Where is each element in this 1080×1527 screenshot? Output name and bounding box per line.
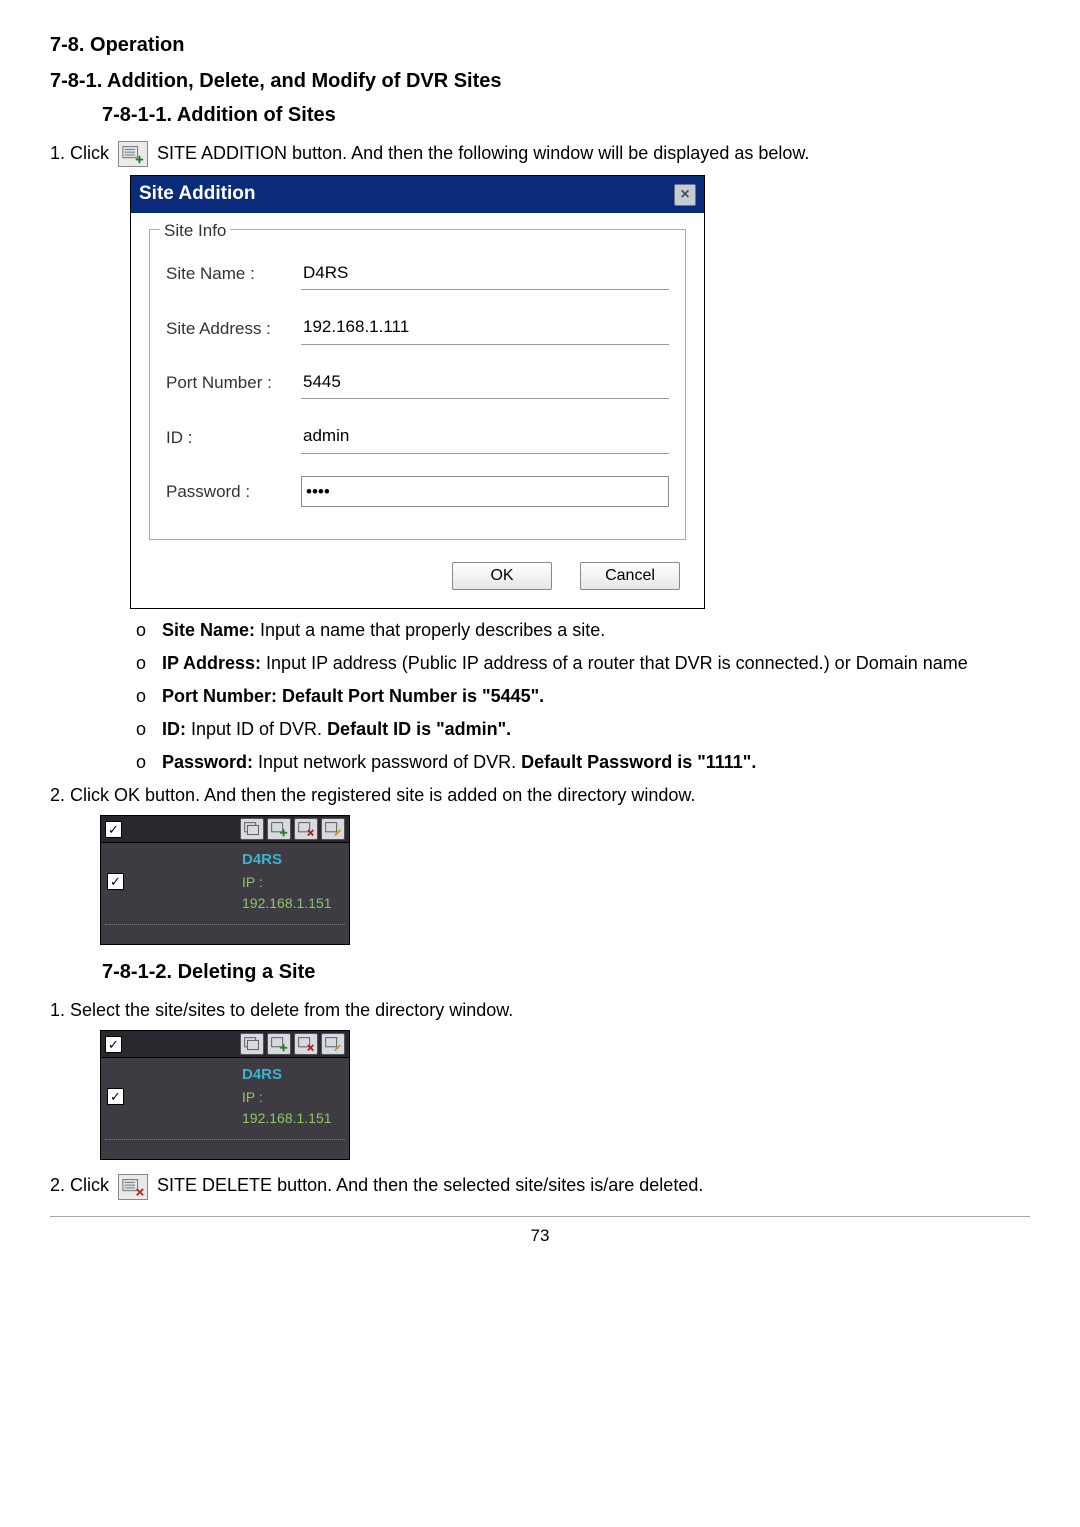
- directory-panel-2: ✓ ✓ D4RS IP : 192.168.1.151: [100, 1030, 350, 1160]
- step1-suffix: SITE ADDITION button. And then the follo…: [157, 143, 809, 163]
- delete-step-2: 2. Click SITE DELETE button. And then th…: [50, 1172, 1030, 1199]
- port-number-label: Port Number :: [166, 370, 301, 396]
- field-description-list: oSite Name: Input a name that properly d…: [136, 617, 1030, 776]
- site-name-bold: Site Name:: [162, 620, 255, 640]
- bullet-circle-icon: o: [136, 683, 162, 710]
- heading-add-del-mod: 7-8-1. Addition, Delete, and Modify of D…: [50, 66, 1030, 96]
- directory-header: ✓: [101, 816, 349, 843]
- cancel-button[interactable]: Cancel: [580, 562, 680, 590]
- site-info-fieldset: Site Info Site Name : D4RS Site Address …: [149, 229, 686, 541]
- dir-site-ip: IP : 192.168.1.151: [242, 872, 343, 914]
- list-item: oPassword: Input network password of DVR…: [136, 749, 1030, 776]
- site-name-label: Site Name :: [166, 261, 301, 287]
- dialog-titlebar: Site Addition ×: [131, 176, 704, 213]
- password-label: Password :: [166, 479, 301, 505]
- password-desc: Input network password of DVR.: [253, 752, 521, 772]
- id-bold: ID:: [162, 719, 186, 739]
- dialog-buttons: OK Cancel: [131, 544, 704, 608]
- bullet-circle-icon: o: [136, 617, 162, 644]
- site-delete-icon[interactable]: [294, 818, 318, 840]
- ip-address-bold: IP Address:: [162, 653, 261, 673]
- step1-prefix: 1. Click: [50, 143, 114, 163]
- site-addition-dialog: Site Addition × Site Info Site Name : D4…: [130, 175, 705, 609]
- fieldset-legend: Site Info: [160, 218, 230, 244]
- site-edit-icon[interactable]: [321, 818, 345, 840]
- directory-site-row[interactable]: ✓ D4RS IP : 192.168.1.151: [105, 847, 345, 925]
- ip-address-desc: Input IP address (Public IP address of a…: [261, 653, 968, 673]
- site-add-icon[interactable]: [267, 1033, 291, 1055]
- id-label: ID :: [166, 425, 301, 451]
- site-delete-toolbar-icon: [118, 1174, 148, 1200]
- dir-site-name: D4RS: [242, 849, 343, 872]
- site-add-icon[interactable]: [267, 818, 291, 840]
- bullet-circle-icon: o: [136, 716, 162, 743]
- password-input[interactable]: ••••: [301, 476, 669, 508]
- site-delete-icon[interactable]: [294, 1033, 318, 1055]
- step-1-text: 1. Click SITE ADDITION button. And then …: [50, 140, 1030, 167]
- delete-step-1: 1. Select the site/sites to delete from …: [50, 997, 1030, 1024]
- site-copy-icon[interactable]: [240, 1033, 264, 1055]
- port-number-default: Default Port Number is "5445".: [282, 686, 544, 706]
- site-name-desc: Input a name that properly describes a s…: [255, 620, 605, 640]
- select-all-checkbox[interactable]: ✓: [105, 1036, 122, 1053]
- port-number-input[interactable]: 5445: [301, 367, 669, 400]
- delete-step2-prefix: 2. Click: [50, 1175, 114, 1195]
- page-number: 73: [50, 1216, 1030, 1251]
- site-address-input[interactable]: 192.168.1.111: [301, 312, 669, 345]
- close-icon[interactable]: ×: [674, 184, 696, 206]
- directory-header: ✓: [101, 1031, 349, 1058]
- id-desc: Input ID of DVR.: [186, 719, 327, 739]
- ok-button[interactable]: OK: [452, 562, 552, 590]
- site-address-label: Site Address :: [166, 316, 301, 342]
- list-item: oIP Address: Input IP address (Public IP…: [136, 650, 1030, 677]
- dir-site-ip: IP : 192.168.1.151: [242, 1087, 343, 1129]
- password-default: Default Password is "1111".: [521, 752, 756, 772]
- list-item: oID: Input ID of DVR. Default ID is "adm…: [136, 716, 1030, 743]
- heading-addition-of-sites: 7-8-1-1. Addition of Sites: [102, 100, 1030, 130]
- dir-site-name: D4RS: [242, 1064, 343, 1087]
- directory-site-row[interactable]: ✓ D4RS IP : 192.168.1.151: [105, 1062, 345, 1140]
- heading-deleting-a-site: 7-8-1-2. Deleting a Site: [102, 957, 1030, 987]
- bullet-circle-icon: o: [136, 650, 162, 677]
- select-all-checkbox[interactable]: ✓: [105, 821, 122, 838]
- bullet-circle-icon: o: [136, 749, 162, 776]
- port-number-bold: Port Number:: [162, 686, 282, 706]
- delete-step2-suffix: SITE DELETE button. And then the selecte…: [157, 1175, 703, 1195]
- dialog-title: Site Addition: [139, 180, 255, 209]
- site-edit-icon[interactable]: [321, 1033, 345, 1055]
- site-name-input[interactable]: D4RS: [301, 258, 669, 291]
- id-input[interactable]: admin: [301, 421, 669, 454]
- heading-operation: 7-8. Operation: [50, 30, 1030, 60]
- step-2-text: 2. Click OK button. And then the registe…: [50, 782, 1030, 809]
- list-item: oPort Number: Default Port Number is "54…: [136, 683, 1030, 710]
- site-copy-icon[interactable]: [240, 818, 264, 840]
- password-bold: Password:: [162, 752, 253, 772]
- list-item: oSite Name: Input a name that properly d…: [136, 617, 1030, 644]
- site-checkbox[interactable]: ✓: [107, 873, 124, 890]
- id-default: Default ID is "admin".: [327, 719, 511, 739]
- site-addition-icon: [118, 141, 148, 167]
- site-checkbox[interactable]: ✓: [107, 1088, 124, 1105]
- directory-panel-1: ✓ ✓ D4RS IP : 192.168.1.151: [100, 815, 350, 945]
